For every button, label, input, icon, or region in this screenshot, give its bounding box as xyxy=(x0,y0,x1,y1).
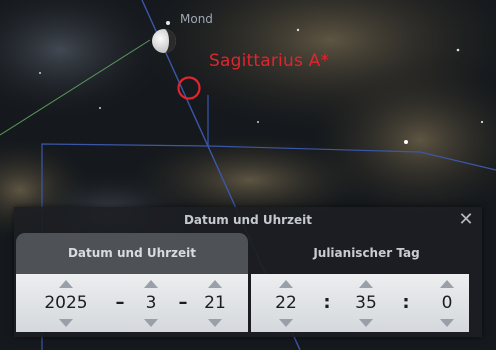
second-increment-icon[interactable] xyxy=(440,280,454,288)
minute-increment-icon[interactable] xyxy=(359,280,373,288)
minute-decrement-icon[interactable] xyxy=(359,319,373,327)
time-separator: : xyxy=(402,292,410,313)
moon-label[interactable]: Mond xyxy=(180,12,213,26)
tab-date-time[interactable]: Datum und Uhrzeit xyxy=(16,233,248,274)
hour-increment-icon[interactable] xyxy=(279,280,293,288)
hour-spinbox[interactable]: 22 xyxy=(269,274,303,332)
year-decrement-icon[interactable] xyxy=(59,319,73,327)
second-decrement-icon[interactable] xyxy=(440,319,454,327)
dialog-title: Datum und Uhrzeit xyxy=(183,213,313,227)
day-decrement-icon[interactable] xyxy=(208,319,222,327)
date-separator: – xyxy=(178,292,188,313)
day-value[interactable]: 21 xyxy=(198,292,232,314)
month-spinbox[interactable]: 3 xyxy=(134,274,168,332)
day-increment-icon[interactable] xyxy=(208,280,222,288)
day-spinbox[interactable]: 21 xyxy=(198,274,232,332)
year-value[interactable]: 2025 xyxy=(34,292,98,314)
date-time-dialog: Datum und Uhrzeit ✕ Datum und Uhrzeit Ju… xyxy=(14,207,482,337)
time-separator: : xyxy=(323,292,331,313)
year-spinbox[interactable]: 2025 xyxy=(34,274,98,332)
hour-decrement-icon[interactable] xyxy=(279,319,293,327)
tab-julian-day[interactable]: Julianischer Tag xyxy=(251,233,482,274)
month-increment-icon[interactable] xyxy=(144,280,158,288)
second-spinbox[interactable]: 0 xyxy=(430,274,464,332)
year-increment-icon[interactable] xyxy=(59,280,73,288)
close-icon[interactable]: ✕ xyxy=(456,209,476,231)
second-value[interactable]: 0 xyxy=(430,292,464,314)
hour-value[interactable]: 22 xyxy=(269,292,303,314)
date-separator: – xyxy=(115,292,125,313)
minute-spinbox[interactable]: 35 xyxy=(349,274,383,332)
time-panel: 22 : 35 : 0 xyxy=(251,274,469,332)
minute-value[interactable]: 35 xyxy=(349,292,383,314)
month-decrement-icon[interactable] xyxy=(144,319,158,327)
target-label[interactable]: Sagittarius A* xyxy=(209,51,329,71)
moon-icon[interactable] xyxy=(152,29,176,53)
month-value[interactable]: 3 xyxy=(134,292,168,314)
date-panel: 2025 – 3 – 21 xyxy=(16,274,248,332)
